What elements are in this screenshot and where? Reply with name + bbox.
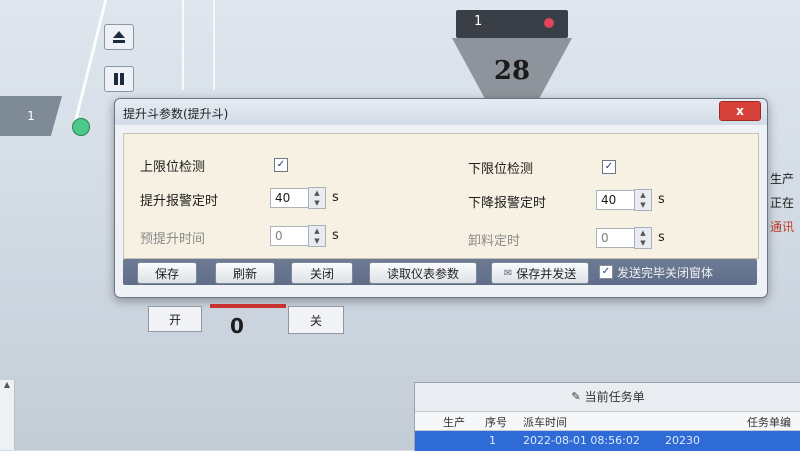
move-up-button[interactable] — [104, 24, 134, 50]
chevron-up-icon[interactable]: ▲ — [635, 190, 651, 200]
background-line — [213, 0, 215, 90]
hopper-params-dialog: 提升斗参数(提升斗) x 上限位检测 ✓ 下限位检测 ✓ 提升报警定时 40 ▲… — [114, 98, 768, 298]
refresh-button[interactable]: 刷新 — [215, 262, 275, 284]
close-icon: x — [736, 104, 744, 118]
close-after-send-label: 发送完毕关闭窗体 — [617, 266, 714, 280]
level-bar — [210, 304, 286, 308]
status-indicator — [72, 118, 90, 136]
unload-label: 卸料定时 — [468, 234, 521, 249]
right-edge-label: 生产 — [770, 172, 795, 186]
table-row[interactable]: 1 2022-08-01 08:56:02 20230 — [415, 431, 800, 451]
lower-alarm-unit: s — [658, 192, 665, 207]
eject-up-icon — [113, 31, 125, 43]
pre-lift-label: 预提升时间 — [140, 232, 206, 247]
lower-limit-checkbox[interactable]: ✓ — [602, 160, 616, 174]
table-cell: 20230 — [665, 434, 700, 447]
dialog-titlebar[interactable]: 提升斗参数(提升斗) x — [115, 99, 767, 125]
column-header[interactable]: 任务单编 — [747, 414, 791, 430]
lift-alarm-label: 提升报警定时 — [140, 194, 219, 209]
upper-limit-checkbox[interactable]: ✓ — [274, 158, 288, 172]
station-tab-label: 1 — [27, 109, 35, 123]
hopper-id: 1 — [474, 14, 483, 29]
dialog-title: 提升斗参数(提升斗) — [123, 107, 229, 121]
column-header[interactable]: 生产 — [443, 414, 465, 430]
pause-icon — [114, 73, 124, 85]
pre-lift-stepper[interactable]: ▲ ▼ — [308, 225, 326, 247]
dialog-close-button[interactable]: x — [719, 101, 761, 121]
task-panel-header[interactable]: ✎ 当前任务单 — [415, 383, 800, 409]
right-edge-label: 正在 — [770, 196, 795, 210]
close-button[interactable]: 关闭 — [291, 262, 353, 284]
pause-button[interactable] — [104, 66, 134, 92]
chevron-up-icon[interactable]: ▲ — [309, 188, 325, 198]
table-cell: 2022-08-01 08:56:02 — [523, 434, 640, 447]
close-after-send-checkbox[interactable]: ✓ — [599, 265, 613, 279]
task-table-header: 生产 序号 派车时间 任务单编 — [415, 411, 800, 431]
chevron-down-icon[interactable]: ▼ — [309, 198, 325, 208]
hopper-count: 28 — [493, 56, 531, 86]
upper-limit-label: 上限位检测 — [140, 160, 206, 175]
send-icon: ✉ — [503, 267, 513, 279]
lower-alarm-stepper[interactable]: ▲ ▼ — [634, 189, 652, 211]
open-button[interactable]: 开 — [148, 306, 202, 332]
save-and-send-label: 保存并发送 — [516, 266, 577, 281]
pre-lift-unit: s — [332, 228, 339, 243]
lift-alarm-stepper[interactable]: ▲ ▼ — [308, 187, 326, 209]
chevron-down-icon[interactable]: ▼ — [309, 236, 325, 246]
dialog-form: 上限位检测 ✓ 下限位检测 ✓ 提升报警定时 40 ▲ ▼ s 下降报警定时 40… — [123, 133, 759, 259]
count-display: 0 — [230, 314, 244, 338]
chevron-up-icon[interactable]: ▲ — [635, 228, 651, 238]
save-button[interactable]: 保存 — [137, 262, 197, 284]
column-header[interactable]: 序号 — [485, 414, 507, 430]
chevron-up-icon[interactable]: ▲ — [309, 226, 325, 236]
read-meter-params-button[interactable]: 读取仪表参数 — [369, 262, 477, 284]
chevron-down-icon[interactable]: ▼ — [635, 238, 651, 248]
dialog-button-bar: 保存 刷新 关闭 读取仪表参数 ✉ 保存并发送 ✓ 发送完毕关闭窗体 — [123, 259, 757, 285]
task-panel-title: 当前任务单 — [584, 389, 645, 404]
chevron-up-icon[interactable]: ▲ — [0, 380, 14, 389]
alarm-dot-icon — [544, 18, 554, 28]
document-icon: ✎ — [571, 389, 581, 403]
table-cell: 1 — [489, 434, 496, 447]
current-task-panel: ✎ 当前任务单 生产 序号 派车时间 任务单编 1 2022-08-01 08:… — [414, 382, 800, 451]
close-gate-button[interactable]: 关 — [288, 306, 344, 334]
save-and-send-button[interactable]: ✉ 保存并发送 — [491, 262, 589, 284]
unload-stepper[interactable]: ▲ ▼ — [634, 227, 652, 249]
lift-alarm-unit: s — [332, 190, 339, 205]
column-header[interactable]: 派车时间 — [523, 414, 567, 430]
lower-alarm-label: 下降报警定时 — [468, 196, 547, 211]
chevron-down-icon[interactable]: ▼ — [635, 200, 651, 210]
unload-unit: s — [658, 230, 665, 245]
hopper-header: 1 — [456, 10, 568, 38]
right-edge-label: 通讯 — [770, 220, 795, 234]
background-line — [182, 0, 184, 90]
left-scrollbar[interactable]: ▲ — [0, 380, 15, 450]
lower-limit-label: 下限位检测 — [468, 162, 534, 177]
